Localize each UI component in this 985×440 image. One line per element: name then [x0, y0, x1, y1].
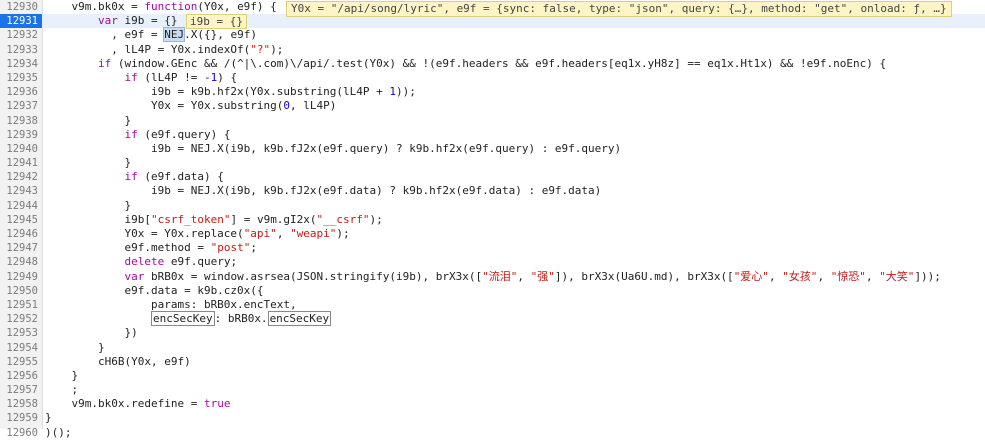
code-editor[interactable]: 12930 v9m.bk0x = function(Y0x, e9f) {129…	[0, 0, 985, 439]
code-line[interactable]: 12949 var bRB0x = window.asrsea(JSON.str…	[0, 270, 985, 284]
line-number[interactable]: 12953	[0, 326, 42, 340]
line-number[interactable]: 12935	[0, 71, 42, 85]
line-number[interactable]: 12941	[0, 156, 42, 170]
code-text: encSecKey: bRB0x. encSecKey	[150, 311, 332, 327]
code-text: var bRB0x = window.asrsea(JSON.stringify…	[124, 269, 941, 283]
line-number[interactable]: 12960	[0, 426, 42, 440]
line-number[interactable]: 12945	[0, 213, 42, 227]
code-text: })	[45, 326, 138, 340]
line-number[interactable]: 12933	[0, 43, 42, 57]
code-text: i9b = NEJ.X(i9b, k9b.fJ2x(e9f.data) ? k9…	[45, 184, 602, 198]
line-number[interactable]: 12939	[0, 128, 42, 142]
line-number[interactable]: 12959	[0, 411, 42, 425]
line-number[interactable]: 12932	[0, 28, 42, 42]
code-line[interactable]: 12943 i9b = NEJ.X(i9b, k9b.fJ2x(e9f.data…	[0, 184, 985, 198]
line-number[interactable]: 12937	[0, 99, 42, 113]
line-number[interactable]: 12930	[0, 0, 42, 14]
line-number[interactable]: 12950	[0, 284, 42, 298]
line-number[interactable]: 12951	[0, 298, 42, 312]
code-line[interactable]: 12941 }	[0, 156, 985, 170]
line-number[interactable]: 12940	[0, 142, 42, 156]
line-number[interactable]: 12947	[0, 241, 42, 255]
code-text: v9m.bk0x.redefine = true	[45, 397, 231, 411]
code-text: , lL4P = Y0x.indexOf("?");	[45, 42, 284, 56]
code-text: }	[45, 411, 52, 425]
code-line[interactable]: 12944 }	[0, 199, 985, 213]
code-text: v9m.bk0x = function(Y0x, e9f) {	[45, 0, 277, 13]
line-number[interactable]: 12957	[0, 383, 42, 397]
code-line[interactable]: 12946 Y0x = Y0x.replace("api", "weapi");	[0, 227, 985, 241]
line-number[interactable]: 12944	[0, 199, 42, 213]
code-line[interactable]: 12938 }	[0, 114, 985, 128]
code-line[interactable]: 12945 i9b["csrf_token"] = v9m.gI2x("__cs…	[0, 213, 985, 227]
code-text: }	[45, 113, 132, 127]
code-text: if (e9f.data) {	[124, 170, 224, 184]
line-number[interactable]: 12952	[0, 312, 42, 326]
code-line[interactable]: 12942 if (e9f.data) {	[0, 170, 985, 184]
line-number[interactable]: 12955	[0, 355, 42, 369]
code-text: }	[45, 368, 79, 382]
code-line[interactable]: 12939 if (e9f.query) {	[0, 128, 985, 142]
line-number[interactable]: 12946	[0, 227, 42, 241]
code-line[interactable]: 12952 encSecKey: bRB0x. encSecKey	[0, 311, 985, 327]
code-line[interactable]: 12959}	[0, 411, 985, 425]
line-number[interactable]: 12956	[0, 369, 42, 383]
code-line[interactable]: 12948 delete e9f.query;	[0, 255, 985, 269]
code-line[interactable]: 12958 v9m.bk0x.redefine = true	[0, 397, 985, 411]
code-text: params: bRB0x.encText,	[45, 297, 297, 311]
code-line[interactable]: 12950 e9f.data = k9b.cz0x({	[0, 284, 985, 298]
code-line[interactable]: 12954 }	[0, 341, 985, 355]
code-line[interactable]: 12940 i9b = NEJ.X(i9b, k9b.fJ2x(e9f.quer…	[0, 142, 985, 156]
code-line[interactable]: 12933 , lL4P = Y0x.indexOf("?");	[0, 43, 985, 57]
line-number[interactable]: 12934	[0, 57, 42, 71]
code-text: Y0x = Y0x.substring(0, lL4P)	[45, 99, 337, 113]
code-text: Y0x = Y0x.replace("api", "weapi");	[45, 227, 350, 240]
code-text: delete e9f.query;	[124, 255, 238, 269]
code-text: }	[45, 156, 132, 170]
line-number[interactable]: 12943	[0, 184, 42, 198]
line-number[interactable]: 12938	[0, 114, 42, 128]
code-line[interactable]: 12953 })	[0, 326, 985, 340]
code-line[interactable]: 12935 if (lL4P != -1) {	[0, 71, 985, 85]
code-text: var i9b = {}	[97, 14, 178, 28]
code-line[interactable]: 12956 }	[0, 369, 985, 383]
code-line[interactable]: 12947 e9f.method = "post";	[0, 241, 985, 255]
code-lines: 12930 v9m.bk0x = function(Y0x, e9f) {129…	[0, 0, 985, 440]
code-text: e9f.method = "post";	[45, 241, 257, 255]
code-line[interactable]: 12937 Y0x = Y0x.substring(0, lL4P)	[0, 99, 985, 113]
line-number[interactable]: 12931	[0, 14, 42, 29]
code-text: if (window.GEnc && /(^|\.com)\/api/.test…	[97, 56, 887, 70]
code-text: }	[45, 340, 105, 354]
line-number[interactable]: 12936	[0, 85, 42, 99]
code-text: i9b = NEJ.X(i9b, k9b.fJ2x(e9f.query) ? k…	[45, 141, 622, 155]
line-number[interactable]: 12948	[0, 255, 42, 269]
code-line[interactable]: 12957 ;	[0, 383, 985, 397]
inline-value-hint: i9b = {}	[186, 14, 247, 29]
code-text: i9b["csrf_token"] = v9m.gI2x("__csrf");	[45, 212, 383, 226]
line-number[interactable]: 12958	[0, 397, 42, 411]
code-line[interactable]: 12932 , e9f = NEJ.X({}, e9f)	[0, 27, 985, 43]
code-text: if (lL4P != -1) {	[124, 70, 238, 84]
code-text: )();	[45, 425, 72, 439]
code-text: i9b = k9b.hf2x(Y0x.substring(lL4P + 1));	[45, 85, 416, 99]
line-number[interactable]: 12949	[0, 270, 42, 284]
code-line[interactable]: 12936 i9b = k9b.hf2x(Y0x.substring(lL4P …	[0, 85, 985, 99]
code-line[interactable]: 12960)();	[0, 426, 985, 440]
line-number[interactable]: 12942	[0, 170, 42, 184]
code-text: , e9f = NEJ.X({}, e9f)	[45, 27, 257, 43]
code-text: e9f.data = k9b.cz0x({	[45, 283, 264, 297]
line-number[interactable]: 12954	[0, 341, 42, 355]
code-line[interactable]: 12934 if (window.GEnc && /(^|\.com)\/api…	[0, 57, 985, 71]
code-text: ;	[45, 383, 79, 397]
inline-value-hint: Y0x = "/api/song/lyric", e9f = {sync: fa…	[286, 1, 952, 17]
code-text: cH6B(Y0x, e9f)	[45, 354, 191, 368]
code-text: }	[45, 198, 132, 212]
code-text: if (e9f.query) {	[124, 127, 231, 141]
code-line[interactable]: 12955 cH6B(Y0x, e9f)	[0, 355, 985, 369]
code-line[interactable]: 12951 params: bRB0x.encText,	[0, 298, 985, 312]
